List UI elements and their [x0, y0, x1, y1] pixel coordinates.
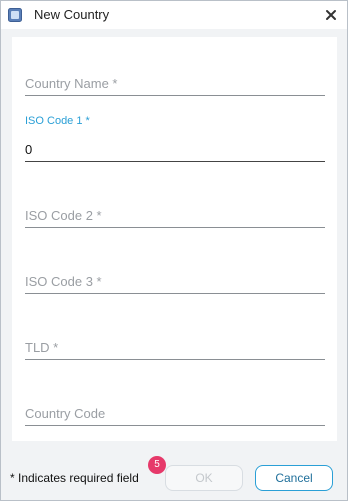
close-icon[interactable] [321, 5, 341, 25]
ok-button[interactable]: OK [165, 465, 243, 491]
dialog-title: New Country [34, 7, 110, 22]
country-code-input[interactable]: Country Code [25, 403, 325, 426]
new-country-dialog: New Country Country Name * ISO Code 1 * … [0, 0, 348, 501]
required-field-note: * Indicates required field [10, 471, 139, 485]
iso-code-1-field[interactable]: ISO Code 1 * 0 [25, 115, 325, 162]
iso-code-3-field[interactable]: ISO Code 3 * [25, 271, 325, 294]
country-name-input[interactable]: Country Name * [25, 73, 325, 96]
tld-field[interactable]: TLD * [25, 337, 325, 360]
iso-code-1-input[interactable]: 0 [25, 139, 325, 162]
country-code-field[interactable]: Country Code [25, 403, 325, 426]
iso-code-2-field[interactable]: ISO Code 2 * [25, 205, 325, 228]
cancel-button[interactable]: Cancel [255, 465, 333, 491]
app-window-icon [8, 8, 22, 22]
country-name-field[interactable]: Country Name * [25, 73, 325, 96]
iso-code-1-label: ISO Code 1 * [25, 115, 90, 127]
tld-input[interactable]: TLD * [25, 337, 325, 360]
iso-code-3-input[interactable]: ISO Code 3 * [25, 271, 325, 294]
title-bar: New Country [1, 1, 347, 29]
form-panel: Country Name * ISO Code 1 * 0 ISO Code 2… [12, 37, 337, 441]
iso-code-2-input[interactable]: ISO Code 2 * [25, 205, 325, 228]
notification-badge: 5 [148, 456, 166, 474]
